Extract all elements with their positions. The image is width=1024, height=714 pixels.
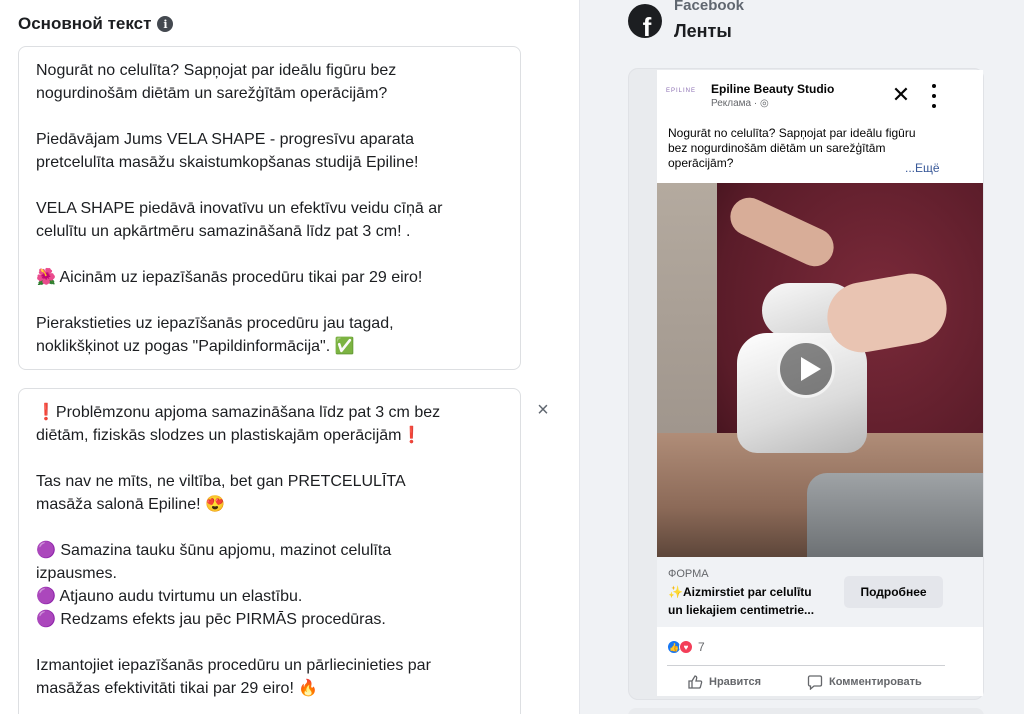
- more-options-icon[interactable]: [929, 84, 939, 108]
- text-line: izpausmes.: [36, 565, 117, 582]
- thumbs-up-icon: [688, 675, 703, 689]
- facebook-logo-icon: f: [628, 4, 662, 38]
- cta-headline-line: ✨Aizmirstiet par celulītu: [668, 585, 812, 599]
- play-icon[interactable]: [777, 340, 835, 398]
- text-line: ❗Problēmzonu apjoma samazināšana līdz pa…: [36, 404, 441, 421]
- text-line: celulītu un apkārtmēru samazināšanā līdz…: [36, 223, 411, 240]
- text-line: 🟣 Redzams efekts jau pēc PIRMĀS procedūr…: [36, 611, 386, 628]
- post-header: EPILINE Epiline Beauty Studio Реклама · …: [657, 70, 983, 120]
- text-line: 🟣 Samazina tauku šūnu apjomu, mazinot ce…: [36, 542, 392, 559]
- cta-bar: ФОРМА ✨Aizmirstiet par celulītu un lieka…: [657, 557, 983, 627]
- like-label: Нравится: [709, 676, 762, 688]
- text-paragraph: 🌺 Aicinām uz iepazīšanās procedūru tikai…: [36, 266, 503, 289]
- text-line: VELA SHAPE piedāvā inovatīvu un efektīvu…: [36, 200, 443, 217]
- text-paragraph: Piedāvājam Jums VELA SHAPE - progresīvu …: [36, 128, 503, 174]
- reaction-count: 7: [698, 640, 705, 654]
- see-more-link[interactable]: ...Ещё: [905, 161, 940, 175]
- text-line: nogurdinošām diētām un sarežģītām operāc…: [36, 85, 388, 102]
- text-line: 🟣 Atjauno audu tvirtumu un elastību.: [36, 588, 303, 605]
- text-line: Pierakstieties uz iepazīšanās procedūru …: [36, 315, 394, 332]
- ad-video[interactable]: [657, 183, 983, 557]
- sponsored-label: Реклама · ◎: [711, 98, 769, 109]
- ad-post-card[interactable]: EPILINE Epiline Beauty Studio Реклама · …: [657, 70, 983, 696]
- close-icon[interactable]: ✕: [891, 84, 911, 106]
- page-logo: EPILINE: [666, 88, 697, 94]
- facebook-logo-letter: f: [642, 12, 652, 38]
- like-button[interactable]: Нравится: [687, 670, 761, 694]
- reactions-summary[interactable]: 👍 ♥ 7: [667, 640, 705, 654]
- text-paragraph: Nogurāt no celulīta? Sapņojat par ideālu…: [36, 59, 503, 105]
- text-line: Tas nav ne mīts, ne viltība, bet gan PRE…: [36, 473, 406, 490]
- platform-label: Facebook: [674, 0, 745, 14]
- comment-button[interactable]: Комментировать: [807, 670, 922, 694]
- comment-icon: [807, 675, 823, 690]
- text-line: masāža salonā Epiline! 😍: [36, 496, 225, 513]
- post-actions: Нравится Комментировать: [657, 670, 957, 694]
- text-line: Izmantojiet iepazīšanās procedūru un pār…: [36, 657, 431, 674]
- text-paragraph: Tas nav ne mīts, ne viltība, bet gan PRE…: [36, 470, 503, 516]
- text-paragraph: 🟣 Samazina tauku šūnu apjomu, mazinot ce…: [36, 539, 503, 631]
- text-paragraph: Pierakstieties uz iepazīšanās procedūru …: [36, 312, 503, 358]
- text-paragraph: ❗Problēmzonu apjoma samazināšana līdz pa…: [36, 401, 503, 447]
- text-line: masāžas efektivitāti tikai par 29 eiro! …: [36, 680, 319, 697]
- cta-headline: ✨Aizmirstiet par celulītu un liekajiem c…: [668, 583, 838, 619]
- cta-headline-line: un liekajiem centimetrie...: [668, 603, 815, 617]
- love-reaction-icon: ♥: [679, 640, 693, 654]
- text-line: diētām, fiziskās slodzes un plastiskajām…: [36, 427, 422, 444]
- text-line: Nogurāt no celulīta? Sapņojat par ideālu…: [36, 62, 397, 79]
- section-title: Основной текст i: [18, 14, 174, 34]
- primary-text-field-1[interactable]: Nogurāt no celulīta? Sapņojat par ideālu…: [18, 46, 521, 370]
- primary-text-panel: Основной текст i Nogurāt no celulīta? Sa…: [0, 0, 580, 714]
- next-preview-edge: [628, 708, 984, 714]
- text-paragraph: Izmantojiet iepazīšanās procedūru un pār…: [36, 654, 503, 700]
- comment-label: Комментировать: [829, 676, 922, 688]
- action-divider: [667, 665, 945, 666]
- text-line: pretcelulīta masāžu skaistumkopšanas stu…: [36, 154, 419, 171]
- text-line: Piedāvājam Jums VELA SHAPE - progresīvu …: [36, 131, 414, 148]
- page-name[interactable]: Epiline Beauty Studio: [711, 82, 834, 96]
- text-line: 🌺 Aicinām uz iepazīšanās procedūru tikai…: [36, 269, 423, 286]
- section-title-text: Основной текст: [18, 14, 152, 33]
- ad-preview-panel: f Facebook Ленты EPILINE Epiline Beauty …: [580, 0, 1024, 714]
- post-text-line: bez nogurdinošām diētām un sarežģītām: [668, 141, 886, 155]
- cta-label: ФОРМА: [668, 568, 709, 580]
- text-line: noklikšķinot uz pogas "Papildinformācija…: [36, 338, 355, 355]
- remove-text-icon[interactable]: ×: [533, 400, 553, 420]
- post-text-line: Nogurāt no celulīta? Sapņojat par ideālu…: [668, 126, 916, 140]
- text-paragraph: VELA SHAPE piedāvā inovatīvu un efektīvu…: [36, 197, 503, 243]
- info-icon[interactable]: i: [157, 16, 174, 32]
- primary-text-field-2[interactable]: ❗Problēmzonu apjoma samazināšana līdz pa…: [18, 388, 521, 714]
- placement-label: Ленты: [674, 21, 732, 41]
- learn-more-button[interactable]: Подробнее: [844, 576, 943, 608]
